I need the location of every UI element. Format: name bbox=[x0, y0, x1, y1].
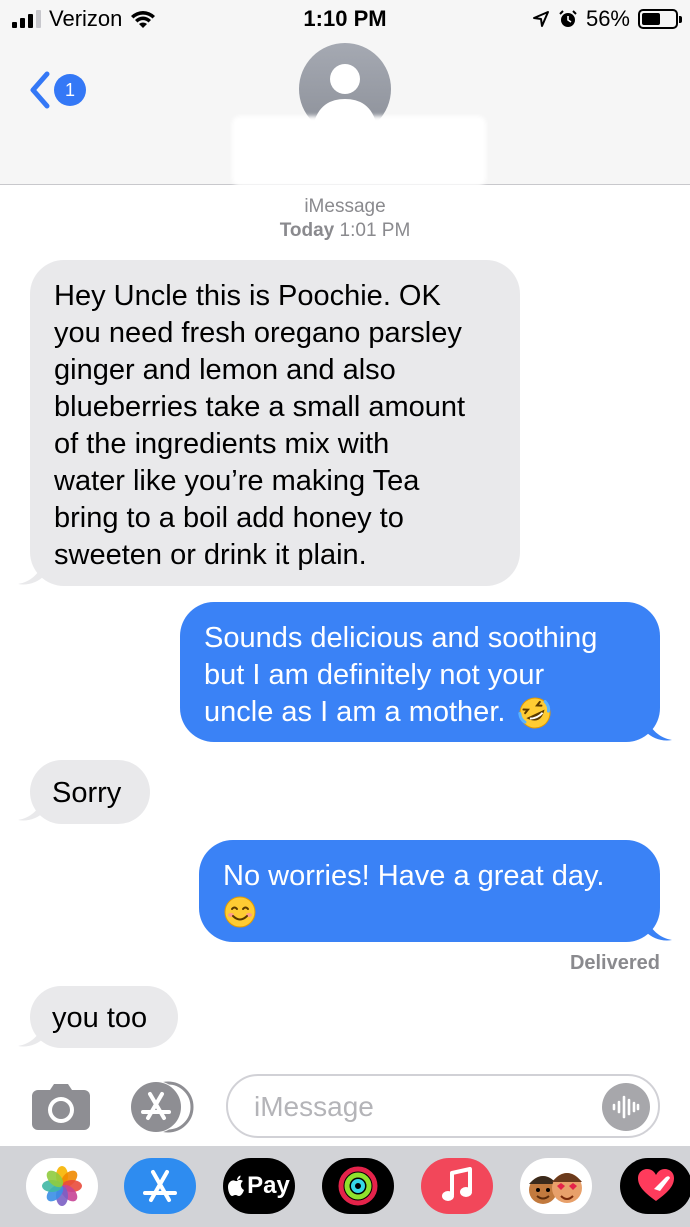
message-line: of the ingredients mix with bbox=[54, 428, 390, 460]
message-line: sweeten or drink it plain. bbox=[54, 539, 367, 571]
apple-pay-label: Pay bbox=[247, 1172, 290, 1199]
message-line: No worries! Have a great day. bbox=[223, 860, 605, 892]
rolling-on-floor-laughing-emoji-icon bbox=[518, 697, 551, 728]
location-arrow-icon bbox=[532, 11, 549, 27]
conversation-header: 1 bbox=[0, 38, 690, 186]
battery-level bbox=[642, 13, 660, 25]
heart-hand-icon bbox=[638, 1169, 674, 1201]
drawer-item-activity[interactable] bbox=[322, 1158, 394, 1214]
photos-icon bbox=[42, 1166, 82, 1206]
drawer-item-music[interactable] bbox=[421, 1158, 493, 1214]
smiling-face-emoji-icon bbox=[224, 896, 256, 928]
message-line: bring to a boil add honey to bbox=[54, 502, 404, 534]
message-line: Sounds delicious and soothing bbox=[204, 622, 598, 654]
apple-logo-icon bbox=[228, 1175, 245, 1196]
message-line: you need fresh oregano parsley bbox=[54, 317, 462, 349]
battery-icon bbox=[638, 9, 682, 29]
timestamp-time: 1:01 PM bbox=[339, 220, 411, 241]
app-drawer: Pay bbox=[0, 1146, 690, 1227]
camera-icon bbox=[32, 1084, 90, 1130]
app-store-apps-button[interactable] bbox=[128, 1080, 194, 1134]
music-note-icon bbox=[442, 1167, 472, 1201]
unread-count-badge: 1 bbox=[54, 74, 86, 106]
message-text: you too bbox=[52, 1002, 148, 1034]
message-line: Hey Uncle this is Poochie. OK bbox=[54, 280, 441, 312]
chevron-left-icon bbox=[30, 71, 50, 109]
drawer-item-app-store[interactable] bbox=[124, 1158, 196, 1214]
battery-percent: 56% bbox=[585, 6, 630, 31]
memoji-icon bbox=[529, 1173, 582, 1204]
alarm-icon bbox=[559, 10, 577, 27]
message-line-text: uncle as I am a mother. bbox=[204, 696, 506, 728]
camera-button[interactable] bbox=[30, 1082, 92, 1132]
message-line: uncle as I am a mother. bbox=[204, 694, 636, 731]
app-store-icon bbox=[143, 1170, 177, 1202]
waveform-icon bbox=[612, 1095, 640, 1119]
delivered-status: Delivered bbox=[569, 952, 660, 974]
message-bubble-incoming[interactable]: Sorry bbox=[30, 760, 150, 824]
status-right: 56% bbox=[532, 6, 682, 32]
activity-icon bbox=[338, 1166, 378, 1206]
service-label: iMessage bbox=[304, 196, 386, 217]
message-line: blueberries take a small amount bbox=[54, 391, 466, 423]
message-line: water like you’re making Tea bbox=[54, 465, 420, 497]
message-input-container[interactable] bbox=[226, 1074, 660, 1138]
message-bubble-outgoing[interactable]: No worries! Have a great day. bbox=[199, 840, 660, 942]
message-input[interactable] bbox=[254, 1088, 594, 1126]
timestamp-day: Today bbox=[279, 220, 335, 241]
message-bubble-incoming[interactable]: you too bbox=[30, 986, 178, 1048]
audio-message-button[interactable] bbox=[602, 1083, 650, 1131]
drawer-item-photos[interactable] bbox=[26, 1158, 98, 1214]
status-bar: Verizon 1:10 PM 56% bbox=[0, 0, 690, 38]
app-store-icon bbox=[130, 1081, 194, 1133]
message-line: ginger and lemon and also bbox=[54, 354, 396, 386]
message-line: but I am definitely not your bbox=[204, 659, 545, 691]
back-button[interactable]: 1 bbox=[28, 70, 86, 110]
message-bubble-incoming[interactable]: Hey Uncle this is Poochie. OK you need f… bbox=[30, 260, 520, 586]
message-text: Sorry bbox=[52, 777, 122, 809]
drawer-item-digital-touch[interactable] bbox=[620, 1158, 690, 1214]
drawer-item-memoji[interactable] bbox=[520, 1158, 592, 1214]
message-bubble-outgoing[interactable]: Sounds delicious and soothing but I am d… bbox=[180, 602, 660, 742]
drawer-item-apple-pay[interactable]: Pay bbox=[223, 1158, 295, 1214]
contact-name-redacted[interactable] bbox=[232, 116, 486, 186]
timestamp: Today 1:01 PM bbox=[0, 219, 690, 243]
